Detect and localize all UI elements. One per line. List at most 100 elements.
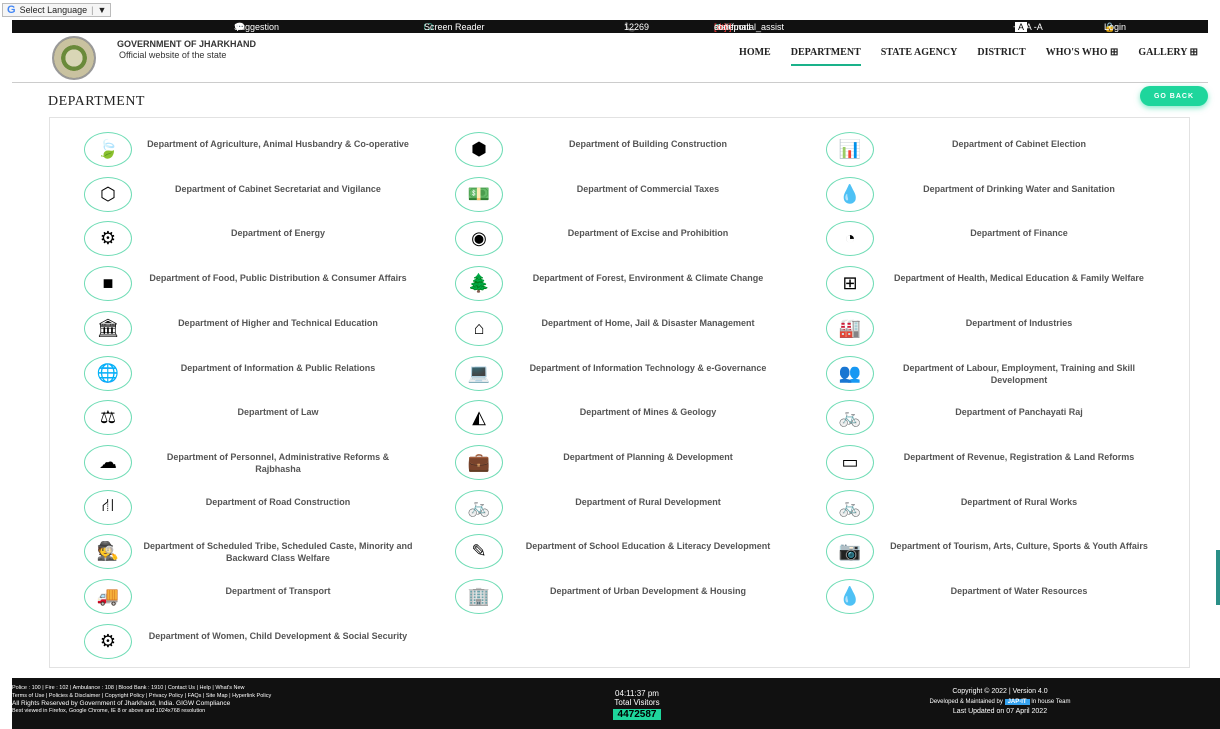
department-link[interactable]: Department of Road Construction <box>143 496 413 508</box>
department-link[interactable]: Department of Energy <box>143 227 413 239</box>
department-link[interactable]: Department of Cabinet Secretariat and Vi… <box>143 183 413 195</box>
department-link[interactable]: Department of Information & Public Relat… <box>143 362 413 374</box>
leaf-icon[interactable]: 🍃 <box>84 132 132 167</box>
department-link[interactable]: Department of Excise and Prohibition <box>513 227 783 239</box>
cloud-icon[interactable]: ☁ <box>84 444 132 480</box>
department-link[interactable]: Department of Rural Development <box>513 496 783 508</box>
department-link[interactable]: Department of Higher and Technical Educa… <box>143 317 413 329</box>
contrast-white-button[interactable]: A <box>1015 22 1028 32</box>
department-link[interactable]: Department of Personnel, Administrative … <box>143 451 413 475</box>
department-link[interactable]: Department of Tourism, Arts, Culture, Sp… <box>884 540 1154 552</box>
department-link[interactable]: Department of Labour, Employment, Traini… <box>884 362 1154 386</box>
department-grid: 🍃 Department of Agriculture, Animal Husba… <box>49 117 1190 668</box>
university-icon[interactable]: 🏛 <box>84 310 132 346</box>
dot-circle-icon[interactable]: ◉ <box>455 221 503 257</box>
nav-district[interactable]: DISTRICT <box>977 47 1025 66</box>
bar-chart-icon[interactable]: 📊 <box>826 132 874 167</box>
maintainer-logo[interactable]: JAP-IT <box>1004 699 1030 705</box>
camera-icon[interactable]: 📷 <box>826 534 874 570</box>
department-link[interactable]: Department of Cabinet Election <box>884 138 1154 150</box>
money-icon[interactable]: 💵 <box>455 176 503 212</box>
footer-links: Police : 100 | Fire : 102 | Ambulance : … <box>12 685 271 715</box>
department-link[interactable]: Department of Water Resources <box>884 585 1154 597</box>
language-bar: G Select Language | ▼ <box>0 0 1220 20</box>
department-link[interactable]: Department of Urban Development & Housin… <box>513 585 783 597</box>
tree-icon[interactable]: 🌲 <box>455 266 503 302</box>
maintainer-suffix: In house Team <box>1031 699 1071 705</box>
department-link[interactable]: Department of Mines & Geology <box>513 406 783 418</box>
department-link[interactable]: Department of Forest, Environment & Clim… <box>513 272 783 284</box>
briefcase-icon[interactable]: 💼 <box>455 444 503 480</box>
department-link[interactable]: Department of Drinking Water and Sanitat… <box>884 183 1154 195</box>
building-icon[interactable]: 🏢 <box>455 579 503 614</box>
nav-department[interactable]: DEPARTMENT <box>790 47 861 66</box>
footer-emergency-links[interactable]: Police : 100 | Fire : 102 | Ambulance : … <box>12 685 271 693</box>
site-title: GOVERNMENT OF JHARKHAND <box>117 39 257 49</box>
main-nav: HOME DEPARTMENT STATE AGENCY DISTRICT WH… <box>729 47 1208 66</box>
department-link[interactable]: Department of Panchayati Raj <box>884 406 1154 418</box>
department-link[interactable]: Department of Law <box>143 406 413 418</box>
site-footer: Police : 100 | Fire : 102 | Ambulance : … <box>12 678 1220 729</box>
nav-state-agency[interactable]: STATE AGENCY <box>881 47 958 66</box>
maintainer-prefix: Developed & Maintained by <box>929 699 1003 705</box>
department-link[interactable]: Department of Information Technology & e… <box>513 362 783 374</box>
department-link[interactable]: Department of Industries <box>884 317 1154 329</box>
page-header: DEPARTMENT GO BACK <box>12 83 1208 119</box>
department-link[interactable]: Department of Planning & Development <box>513 451 783 463</box>
footer-rights: All Rights Reserved by Government of Jha… <box>12 700 231 707</box>
footer-credits: Copyright © 2022 | Version 4.0 Developed… <box>900 687 1100 717</box>
department-link[interactable]: Department of Finance <box>884 227 1154 239</box>
bicycle-icon[interactable]: 🚲 <box>826 400 874 436</box>
department-link[interactable]: Department of Agriculture, Animal Husban… <box>143 138 413 150</box>
language-select[interactable]: G Select Language | ▼ <box>2 3 112 17</box>
medkit-icon[interactable]: ⊞ <box>826 266 874 302</box>
laptop-icon[interactable]: 💻 <box>455 355 503 391</box>
footer-policy-links[interactable]: Terms of Use | Policies & Disclaimer | C… <box>12 693 271 701</box>
scrollbar-thumb[interactable] <box>1216 550 1220 605</box>
bicycle-icon[interactable]: 🚲 <box>455 489 503 525</box>
department-link[interactable]: Department of Building Construction <box>513 138 783 150</box>
road-icon[interactable]: ⛙ <box>84 489 132 525</box>
department-link[interactable]: Department of School Education & Literac… <box>513 540 783 552</box>
footer-last-updated: Last Updated on 07 April 2022 <box>952 708 1048 715</box>
users-icon[interactable]: 👥 <box>826 355 874 391</box>
google-icon: G <box>7 4 16 16</box>
department-link[interactable]: Department of Rural Works <box>884 496 1154 508</box>
hexagon-icon[interactable]: ⬡ <box>84 176 132 212</box>
phone-label: 12269 <box>624 22 650 32</box>
nav-home[interactable]: HOME <box>739 47 771 66</box>
cubes-icon[interactable]: ⬢ <box>455 132 503 167</box>
pie-chart-icon[interactable]: ◔ <box>826 221 874 257</box>
drop-icon[interactable]: 💧 <box>826 579 874 614</box>
login-label: Login <box>1104 22 1127 32</box>
department-link[interactable]: Department of Food, Public Distribution … <box>143 272 413 284</box>
edit-icon[interactable]: ✎ <box>455 534 503 570</box>
dropdown-plus-icon: ⊞ <box>1109 47 1119 58</box>
square-icon[interactable]: ■ <box>84 266 132 302</box>
area-chart-icon[interactable]: ◭ <box>455 400 503 436</box>
department-link[interactable]: Department of Revenue, Registration & La… <box>884 451 1154 463</box>
department-link[interactable]: Department of Women, Child Development &… <box>143 630 413 642</box>
drop-icon[interactable]: 💧 <box>826 176 874 212</box>
globe-icon[interactable]: 🌐 <box>84 355 132 391</box>
nav-gallery[interactable]: GALLERY ⊞ <box>1138 47 1198 66</box>
department-link[interactable]: Department of Transport <box>143 585 413 597</box>
department-link[interactable]: Department of Commercial Taxes <box>513 183 783 195</box>
cogs-icon[interactable]: ⚙ <box>84 623 132 659</box>
truck-icon[interactable]: 🚚 <box>84 579 132 614</box>
credit-card-icon[interactable]: ▭ <box>826 444 874 480</box>
footer-browser-note: Best viewed in Firefox, Google Chrome, I… <box>12 707 206 714</box>
bicycle-icon[interactable]: 🚲 <box>826 489 874 525</box>
department-link[interactable]: Department of Home, Jail & Disaster Mana… <box>513 317 783 329</box>
department-link[interactable]: Department of Scheduled Tribe, Scheduled… <box>143 540 413 564</box>
state-emblem-logo[interactable] <box>52 36 96 80</box>
go-back-button[interactable]: GO BACK <box>1140 86 1208 106</box>
home-icon[interactable]: ⌂ <box>455 310 503 346</box>
balance-scale-icon[interactable]: ⚖ <box>84 400 132 436</box>
total-visitors-label: Total Visitors <box>614 698 660 707</box>
industry-icon[interactable]: 🏭 <box>826 310 874 346</box>
cog-icon[interactable]: ⚙ <box>84 221 132 257</box>
department-link[interactable]: Department of Health, Medical Education … <box>884 272 1154 284</box>
nav-whos-who[interactable]: WHO'S WHO ⊞ <box>1046 47 1119 66</box>
user-secret-icon[interactable]: 🕵 <box>84 534 132 570</box>
